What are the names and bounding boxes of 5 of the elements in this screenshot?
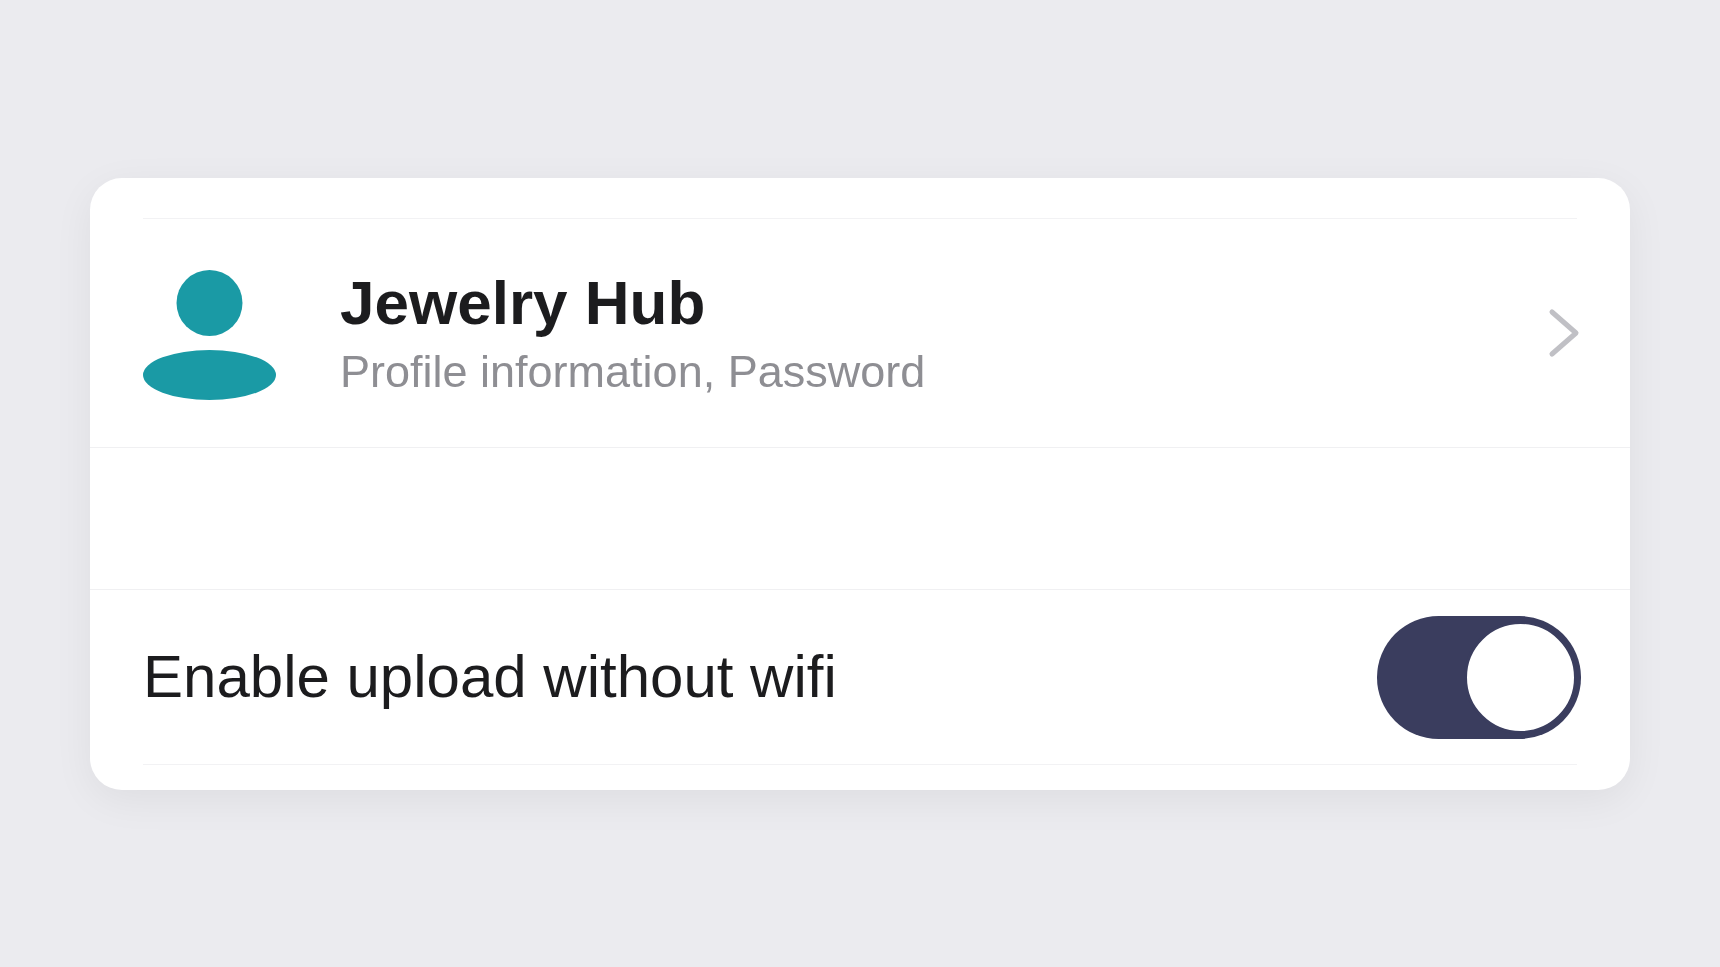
account-title: Jewelry Hub	[340, 267, 707, 339]
account-subtitle: Profile information, Password	[340, 344, 927, 399]
account-row[interactable]: Jewelry Hub Profile information, Password	[90, 219, 1630, 448]
chevron-right-icon	[1548, 308, 1580, 358]
setting-label: Enable upload without wifi	[143, 642, 837, 712]
